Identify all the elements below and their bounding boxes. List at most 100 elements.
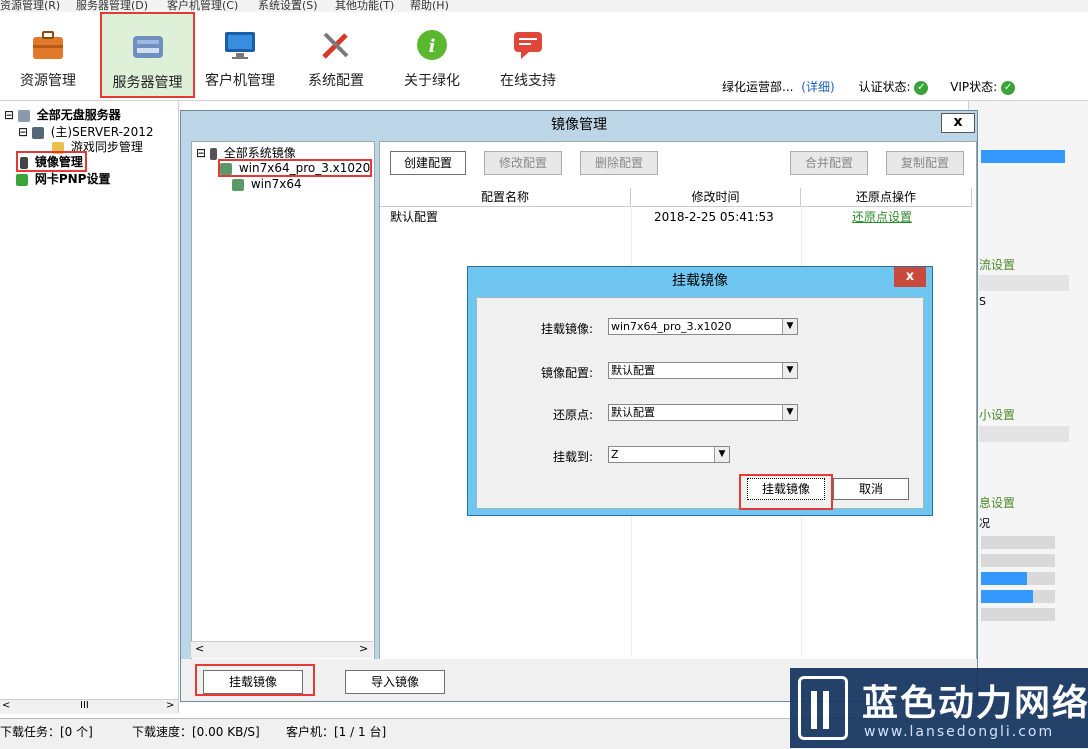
scroll-right-icon[interactable]: > xyxy=(359,642,368,655)
mount-confirm-button[interactable]: 挂载镜像 xyxy=(747,478,825,500)
scroll-thumb[interactable]: III xyxy=(80,700,89,711)
close-icon[interactable]: x xyxy=(894,267,926,287)
bar-5 xyxy=(981,608,1055,621)
toolbar-client-label: 客户机管理 xyxy=(205,73,275,89)
restore-point-value: 默认配置 xyxy=(611,406,655,419)
flow-settings-label: 流设置 xyxy=(979,258,1016,272)
image-config-value: 默认配置 xyxy=(611,364,655,377)
menu-help[interactable]: 帮助(H) xyxy=(410,0,449,12)
chevron-down-icon[interactable]: ▼ xyxy=(714,447,729,462)
tree-root[interactable]: ⊟ 全部无盘服务器 xyxy=(4,106,121,123)
col-header-action[interactable]: 还原点操作 xyxy=(801,188,972,207)
disk-icon xyxy=(209,147,217,160)
client-count: 客户机：[1 / 1 台] xyxy=(286,725,387,739)
status-char: 况 xyxy=(979,517,990,530)
mount-to-select[interactable]: Z ▼ xyxy=(608,446,730,463)
toolbar-config-label: 系统配置 xyxy=(308,73,364,89)
menu-client[interactable]: 客户机管理(C) xyxy=(167,0,238,12)
col-header-name[interactable]: 配置名称 xyxy=(380,188,631,207)
info-settings-label: 息设置 xyxy=(979,496,1016,510)
header-bar xyxy=(979,275,1069,291)
chevron-down-icon[interactable]: ▼ xyxy=(782,405,797,420)
tree-server-label: (主)SERVER-2012 xyxy=(50,125,154,139)
menu-bar: 资源管理(R) 服务器管理(D) 客户机管理(C) 系统设置(S) 其他功能(T… xyxy=(0,0,1088,12)
mirror-tree-item-win7x64[interactable]: win7x64 xyxy=(232,177,302,191)
toolbar-server-button[interactable]: 服务器管理 xyxy=(100,12,195,98)
mirror-tree-item-label: win7x64_pro_3.x1020 xyxy=(238,161,371,175)
delete-config-button[interactable]: 删除配置 xyxy=(580,151,658,175)
svg-text:i: i xyxy=(429,36,436,57)
toolbar-about-button[interactable]: i 关于绿化 xyxy=(392,12,472,98)
watermark-text: 蓝色动力网络 xyxy=(862,683,1088,724)
menu-other[interactable]: 其他功能(T) xyxy=(335,0,394,12)
toolbar-support-button[interactable]: 在线支持 xyxy=(488,12,568,98)
image-config-select[interactable]: 默认配置 ▼ xyxy=(608,362,798,379)
menu-server[interactable]: 服务器管理(D) xyxy=(76,0,148,12)
auth-label: 认证状态: xyxy=(858,80,911,94)
minus-icon[interactable]: ⊟ xyxy=(18,125,28,139)
small-settings-label: 小设置 xyxy=(979,408,1016,422)
chevron-down-icon[interactable]: ▼ xyxy=(782,319,797,334)
vip-label: VIP状态: xyxy=(950,80,998,94)
col-header-time[interactable]: 修改时间 xyxy=(631,188,801,207)
tree-pnp[interactable]: 网卡PNP设置 xyxy=(16,170,110,187)
bar-2 xyxy=(981,554,1055,567)
watermark-logo xyxy=(798,676,848,740)
tools-icon xyxy=(319,28,353,62)
s-letter: S xyxy=(979,295,986,308)
mount-to-value: Z xyxy=(611,448,619,461)
detail-link[interactable]: (详细) xyxy=(801,80,834,94)
toolbar-resource-button[interactable]: 资源管理 xyxy=(8,12,88,98)
merge-config-button[interactable]: 合并配置 xyxy=(790,151,868,175)
briefcase-icon xyxy=(31,28,65,62)
scroll-left-icon[interactable]: < xyxy=(195,642,204,655)
bar-1 xyxy=(981,536,1055,549)
toolbar-server-label: 服务器管理 xyxy=(112,75,183,91)
image-icon xyxy=(232,178,244,191)
network-icon xyxy=(17,109,30,122)
mount-image-select[interactable]: win7x64_pro_3.x1020 ▼ xyxy=(608,318,798,335)
mirror-dialog-title: 镜像管理 xyxy=(551,117,607,133)
scroll-right-icon[interactable]: > xyxy=(166,700,174,711)
mount-image-value: win7x64_pro_3.x1020 xyxy=(611,320,732,333)
disk-icon xyxy=(20,156,28,169)
toolbar-client-button[interactable]: 客户机管理 xyxy=(200,12,280,98)
image-icon xyxy=(220,162,232,175)
import-image-button[interactable]: 导入镜像 xyxy=(345,670,445,694)
server-icon xyxy=(31,126,44,139)
watermark-url: www.lansedongli.com xyxy=(864,724,1055,740)
restore-point-link[interactable]: 还原点设置 xyxy=(852,208,912,226)
minus-icon[interactable]: ⊟ xyxy=(196,146,206,160)
watermark: 蓝色动力网络 www.lansedongli.com xyxy=(790,668,1088,748)
menu-settings[interactable]: 系统设置(S) xyxy=(258,0,318,12)
tree-root-label: 全部无盘服务器 xyxy=(36,108,121,122)
mirror-tree-root-label: 全部系统镜像 xyxy=(223,146,296,160)
close-icon[interactable]: x xyxy=(941,113,975,133)
mirror-tree-scrollbar[interactable]: < > xyxy=(191,641,373,658)
download-tasks: 下载任务：[0 个] xyxy=(0,725,93,739)
mirror-tree-item-win7pro[interactable]: win7x64_pro_3.x1020 xyxy=(218,159,372,177)
chevron-down-icon[interactable]: ▼ xyxy=(782,363,797,378)
create-config-button[interactable]: 创建配置 xyxy=(390,151,466,175)
horizontal-scrollbar[interactable]: < III > xyxy=(0,699,178,714)
tree-mirror-mgmt[interactable]: 镜像管理 xyxy=(16,151,87,172)
menu-resource[interactable]: 资源管理(R) xyxy=(0,0,60,12)
info-icon: i xyxy=(415,28,449,62)
copy-config-button[interactable]: 复制配置 xyxy=(886,151,964,175)
header-bar xyxy=(979,426,1069,442)
check-icon: ✓ xyxy=(1001,80,1016,95)
cancel-button[interactable]: 取消 xyxy=(833,478,909,500)
check-icon: ✓ xyxy=(914,80,929,95)
mirror-tree-item-label: win7x64 xyxy=(250,177,302,191)
toolbar-config-button[interactable]: 系统配置 xyxy=(296,12,376,98)
restore-point-label: 还原点: xyxy=(552,408,593,422)
toolbar-resource-label: 资源管理 xyxy=(20,73,76,89)
tree-pnp-label: 网卡PNP设置 xyxy=(34,172,111,186)
server-icon xyxy=(131,30,165,64)
edit-config-button[interactable]: 修改配置 xyxy=(484,151,562,175)
mount-image-button[interactable]: 挂载镜像 xyxy=(203,670,303,694)
restore-point-select[interactable]: 默认配置 ▼ xyxy=(608,404,798,421)
scroll-left-icon[interactable]: < xyxy=(2,700,10,711)
row-name[interactable]: 默认配置 xyxy=(390,208,438,226)
minus-icon[interactable]: ⊟ xyxy=(4,108,14,122)
